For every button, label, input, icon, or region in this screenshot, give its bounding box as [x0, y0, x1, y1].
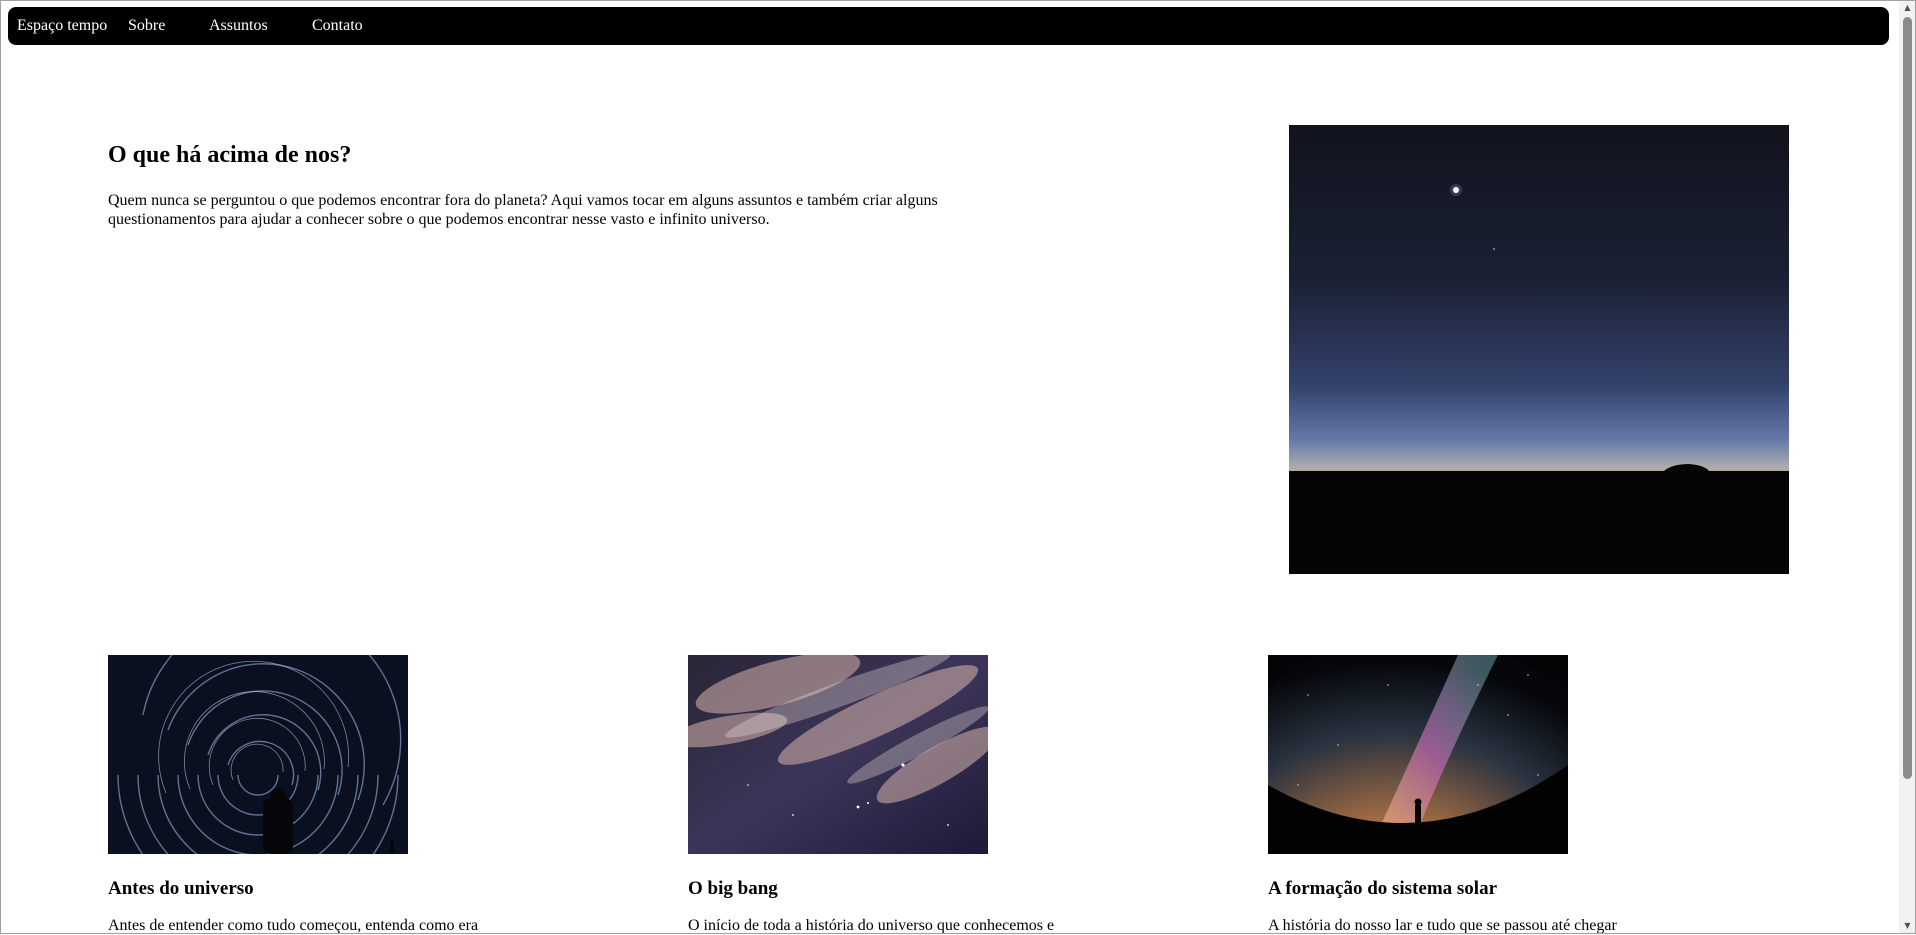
hero-description: Quem nunca se perguntou o que podemos en… — [108, 192, 938, 228]
vertical-scrollbar[interactable]: ▲ ▼ — [1899, 0, 1916, 934]
card-title: O big bang — [688, 878, 778, 899]
top-navbar: Espaço tempo Sobre Assuntos Contato — [8, 7, 1889, 45]
scroll-up-arrow-icon[interactable]: ▲ — [1899, 0, 1916, 16]
topic-card-antes-do-universo[interactable]: Antes do universo Antes de entender como… — [108, 655, 628, 935]
topic-card-formacao-sistema-solar[interactable]: A formação do sistema solar A história d… — [1268, 655, 1788, 935]
star-trails-image[interactable] — [108, 655, 408, 854]
scrollbar-thumb[interactable] — [1903, 17, 1912, 779]
star-trails-photo-icon — [108, 655, 408, 854]
card-text: Antes de entender como tudo começou, ent… — [108, 917, 479, 934]
milky-way-photo-icon — [1268, 655, 1568, 854]
card-text: A história do nosso lar e tudo que se pa… — [1268, 917, 1617, 934]
milky-way-image[interactable] — [1268, 655, 1568, 854]
hero-night-sky-image — [1289, 125, 1789, 574]
cloudy-night-sky-photo-icon — [688, 655, 988, 854]
card-title: A formação do sistema solar — [1268, 878, 1498, 899]
card-title: Antes do universo — [108, 878, 254, 899]
hero-title: O que há acima de nos? — [108, 142, 352, 168]
nav-brand-link[interactable]: Espaço tempo — [17, 7, 107, 45]
nav-link-sobre[interactable]: Sobre — [128, 7, 165, 45]
cloudy-night-sky-image[interactable] — [688, 655, 988, 854]
nav-link-assuntos[interactable]: Assuntos — [209, 7, 268, 45]
night-sky-horizon-photo-icon — [1289, 125, 1789, 574]
card-text: O início de toda a história do universo … — [688, 917, 1055, 934]
nav-link-contato[interactable]: Contato — [312, 7, 363, 45]
scroll-down-arrow-icon[interactable]: ▼ — [1899, 918, 1916, 934]
topic-card-o-big-bang[interactable]: O big bang O início de toda a história d… — [688, 655, 1208, 935]
